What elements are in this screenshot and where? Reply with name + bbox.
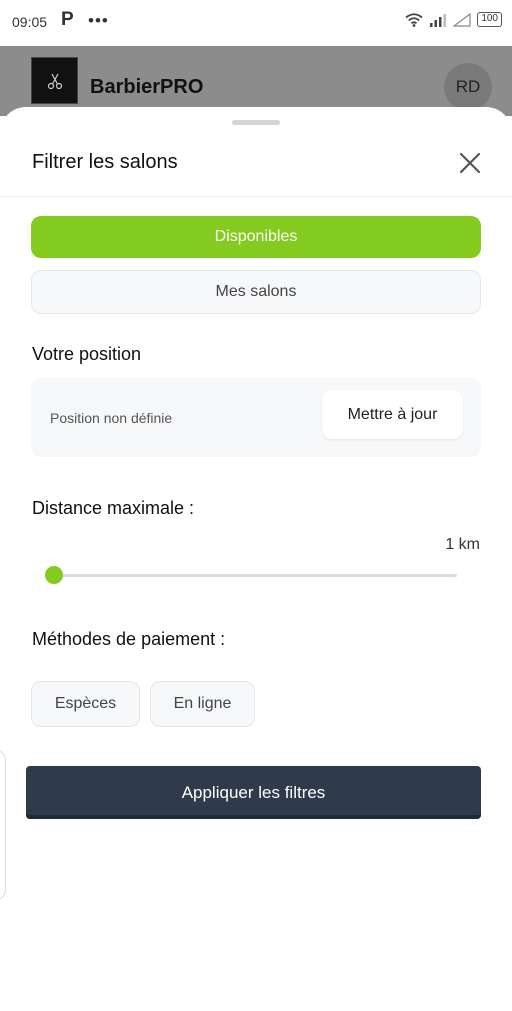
- available-filter-button[interactable]: Disponibles: [31, 216, 481, 258]
- app-title: BarbierPRO: [90, 76, 204, 98]
- app-header: BarbierPRO RD: [0, 46, 512, 116]
- filter-sheet: Filtrer les salons Disponibles Mes salon…: [0, 107, 512, 1011]
- background-card-edge: [0, 750, 6, 900]
- position-card: Position non définie Mettre à jour: [31, 378, 481, 457]
- signal-icon: [430, 13, 447, 27]
- my-salons-filter-button[interactable]: Mes salons: [31, 270, 481, 314]
- distance-slider-thumb[interactable]: [45, 566, 63, 584]
- distance-value: 1 km: [445, 536, 480, 553]
- scissors-icon: [47, 73, 62, 89]
- sheet-title: Filtrer les salons: [32, 151, 178, 173]
- close-icon[interactable]: [456, 149, 484, 177]
- status-time: 09:05: [12, 14, 48, 30]
- payment-section-label: Méthodes de paiement :: [32, 629, 226, 649]
- sheet-drag-handle[interactable]: [232, 120, 280, 125]
- distance-section-label: Distance maximale :: [32, 498, 195, 518]
- apply-filters-button[interactable]: Appliquer les filtres: [26, 766, 481, 819]
- parking-app-indicator: P: [61, 9, 74, 30]
- battery-icon: 100: [477, 12, 502, 27]
- wifi-icon: [405, 12, 423, 27]
- update-position-button[interactable]: Mettre à jour: [322, 390, 463, 439]
- status-icons: 100: [405, 12, 502, 27]
- payment-online-chip[interactable]: En ligne: [150, 681, 255, 727]
- position-section-label: Votre position: [32, 344, 142, 364]
- no-signal-icon: [453, 12, 471, 27]
- divider: [0, 196, 512, 197]
- payment-cash-chip[interactable]: Espèces: [31, 681, 140, 727]
- distance-slider-track[interactable]: [52, 574, 457, 577]
- status-bar: 09:05 P ••• 100: [0, 0, 512, 46]
- avatar[interactable]: RD: [444, 63, 492, 111]
- more-notifications-indicator: •••: [88, 11, 109, 30]
- position-status: Position non définie: [50, 410, 173, 426]
- app-logo: [31, 57, 78, 104]
